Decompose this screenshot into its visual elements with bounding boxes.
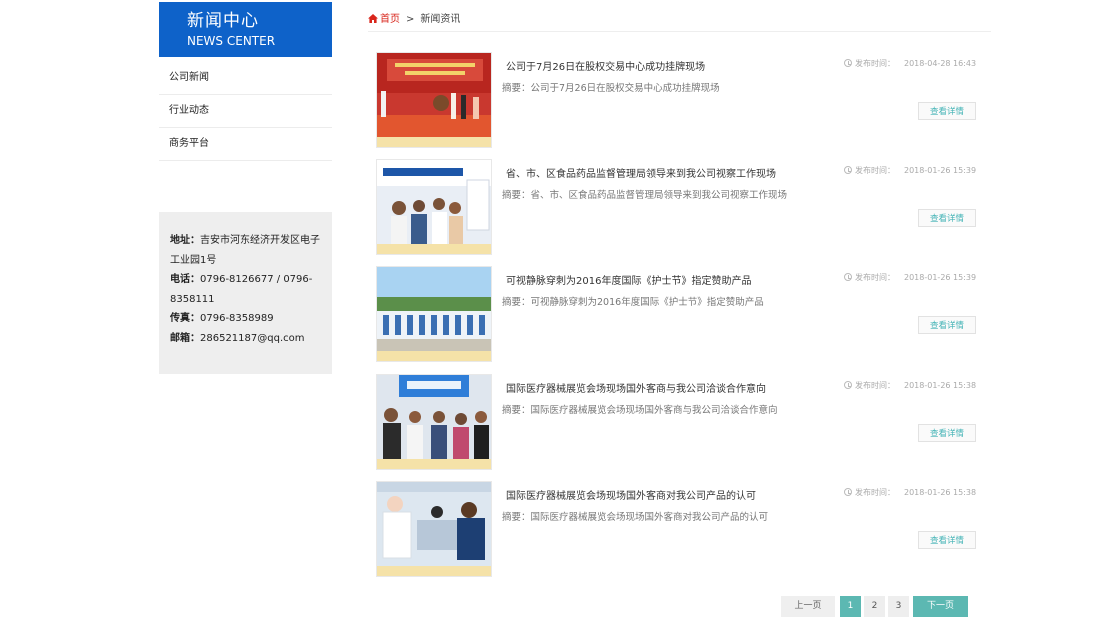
news-item: 省、市、区食品药品监督管理局领导来到我公司视察工作现场 发布时间： 2018-01… <box>376 159 986 255</box>
news-thumbnail[interactable] <box>376 52 492 148</box>
breadcrumb-current: 新闻资讯 <box>420 14 461 25</box>
news-item: 公司于7月26日在股权交易中心成功挂牌现场 发布时间： 2018-04-28 16… <box>376 52 986 148</box>
section-title-en: NEWS CENTER <box>187 34 276 48</box>
news-date: 发布时间： 2018-01-26 15:38 <box>844 487 976 498</box>
section-header: 新闻中心 NEWS CENTER <box>159 2 332 57</box>
page-button-2[interactable]: 2 <box>864 596 885 617</box>
news-summary: 摘要：公司于7月26日在股权交易中心成功挂牌现场 <box>502 83 720 94</box>
news-item: 国际医疗器械展览会场现场国外客商对我公司产品的认可 发布时间： 2018-01-2… <box>376 481 986 577</box>
prev-page-button[interactable]: 上一页 <box>781 596 835 617</box>
breadcrumb-separator: > <box>406 14 415 25</box>
news-date: 发布时间： 2018-01-26 15:39 <box>844 272 976 283</box>
clock-icon <box>844 273 852 281</box>
page-button-1[interactable]: 1 <box>840 596 861 617</box>
news-thumbnail[interactable] <box>376 481 492 577</box>
contact-box: 地址：吉安市河东经济开发区电子工业园1号 电话：0796-8126677 / 0… <box>159 212 332 374</box>
news-title[interactable]: 公司于7月26日在股权交易中心成功挂牌现场 <box>506 58 705 73</box>
sidebar-item-company-news[interactable]: 公司新闻 <box>159 62 332 95</box>
contact-fax: 传真：0796-8358989 <box>170 313 274 324</box>
breadcrumb-home-link[interactable]: 首页 <box>368 14 400 25</box>
clock-icon <box>844 166 852 174</box>
news-summary: 摘要：可视静脉穿刺为2016年度国际《护士节》指定赞助产品 <box>502 297 764 308</box>
contact-phone: 电话：0796-8126677 / 0796-8358111 <box>170 274 313 305</box>
next-page-button[interactable]: 下一页 <box>913 596 968 617</box>
page-button-3[interactable]: 3 <box>888 596 909 617</box>
news-item: 可视静脉穿刺为2016年度国际《护士节》指定赞助产品 发布时间： 2018-01-… <box>376 266 986 362</box>
news-title[interactable]: 省、市、区食品药品监督管理局领导来到我公司视察工作现场 <box>506 165 776 180</box>
news-title[interactable]: 国际医疗器械展览会场现场国外客商对我公司产品的认可 <box>506 487 756 502</box>
news-thumbnail[interactable] <box>376 159 492 255</box>
section-title-cn: 新闻中心 <box>187 11 259 31</box>
clock-icon <box>844 488 852 496</box>
news-date: 发布时间： 2018-01-26 15:38 <box>844 380 976 391</box>
contact-email: 邮箱：286521187@qq.com <box>170 332 305 344</box>
view-details-button[interactable]: 查看详情 <box>918 316 976 334</box>
home-icon <box>368 14 378 23</box>
news-thumbnail[interactable] <box>376 266 492 362</box>
breadcrumb: 首页 > 新闻资讯 <box>368 7 991 32</box>
news-title[interactable]: 可视静脉穿刺为2016年度国际《护士节》指定赞助产品 <box>506 272 751 287</box>
news-date: 发布时间： 2018-04-28 16:43 <box>844 58 976 69</box>
sidebar-item-industry-news[interactable]: 行业动态 <box>159 95 332 128</box>
view-details-button[interactable]: 查看详情 <box>918 102 976 120</box>
clock-icon <box>844 59 852 67</box>
contact-address: 地址：吉安市河东经济开发区电子工业园1号 <box>170 235 320 266</box>
view-details-button[interactable]: 查看详情 <box>918 424 976 442</box>
news-summary: 摘要：省、市、区食品药品监督管理局领导来到我公司视察工作现场 <box>502 190 788 201</box>
news-item: 国际医疗器械展览会场现场国外客商与我公司洽谈合作意向 发布时间： 2018-01-… <box>376 374 986 470</box>
news-date: 发布时间： 2018-01-26 15:39 <box>844 165 976 176</box>
news-title[interactable]: 国际医疗器械展览会场现场国外客商与我公司洽谈合作意向 <box>506 380 766 395</box>
news-thumbnail[interactable] <box>376 374 492 470</box>
news-summary: 摘要：国际医疗器械展览会场现场国外客商对我公司产品的认可 <box>502 512 769 523</box>
sidebar-nav: 公司新闻 行业动态 商务平台 <box>159 62 332 161</box>
sidebar-item-business-platform[interactable]: 商务平台 <box>159 128 332 161</box>
view-details-button[interactable]: 查看详情 <box>918 531 976 549</box>
news-summary: 摘要：国际医疗器械展览会场现场国外客商与我公司洽谈合作意向 <box>502 405 778 416</box>
view-details-button[interactable]: 查看详情 <box>918 209 976 227</box>
clock-icon <box>844 381 852 389</box>
